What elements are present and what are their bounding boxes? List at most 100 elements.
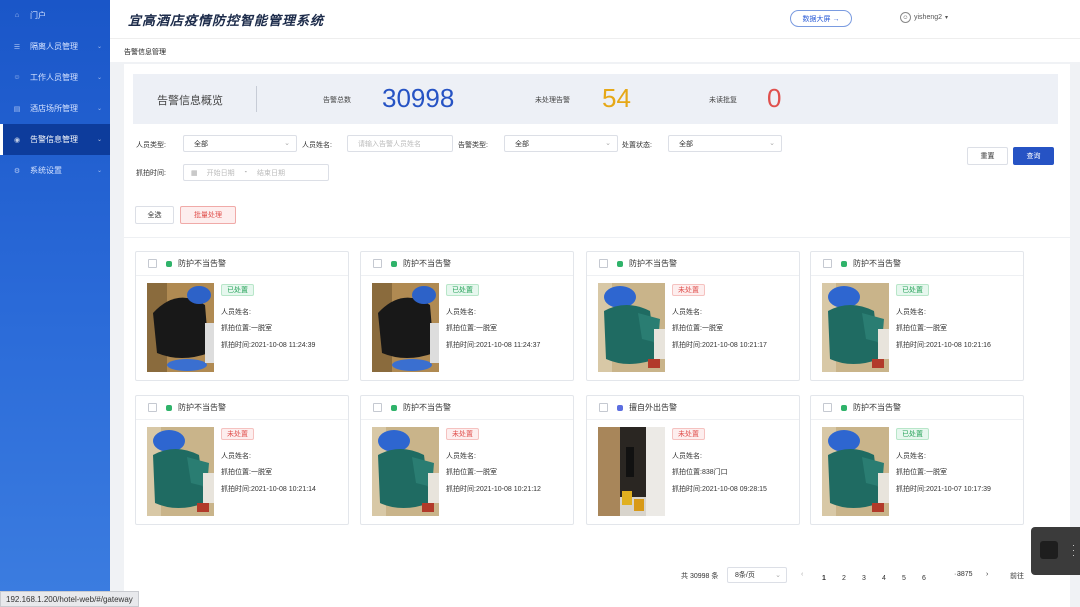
- person-name-row: 人员姓名:: [221, 451, 251, 461]
- goto-label: 前往: [1010, 573, 1024, 580]
- alarm-card[interactable]: 防护不当告警 已处置 人员姓名: 抓拍位置:一脱室 抓拍时间:2021-10-0…: [360, 251, 574, 381]
- more-icon[interactable]: · · ·: [1072, 541, 1075, 560]
- handle-status-select[interactable]: 全部 ⌄: [668, 135, 782, 152]
- card-checkbox[interactable]: [148, 259, 157, 268]
- card-checkbox[interactable]: [148, 403, 157, 412]
- chevron-left-icon[interactable]: ‹: [801, 571, 803, 578]
- chevron-down-icon: ⌄: [96, 44, 102, 50]
- card-checkbox[interactable]: [599, 259, 608, 268]
- capture-image[interactable]: [147, 427, 214, 516]
- time-row: 抓拍时间:2021-10-08 09:28:15: [672, 484, 767, 494]
- card-title: 防护不当告警: [853, 259, 901, 268]
- capture-image[interactable]: [598, 283, 665, 372]
- alarm-card[interactable]: 防护不当告警 已处置 人员姓名: 抓拍位置:一脱室 抓拍时间:2021-10-0…: [810, 395, 1024, 525]
- capture-image[interactable]: [822, 283, 889, 372]
- field-label: 抓拍位置:: [896, 325, 926, 332]
- capture-image[interactable]: [147, 283, 214, 372]
- sidebar-item-1[interactable]: ☰ 隔离人员管理 ⌄: [0, 31, 110, 62]
- page-last[interactable]: 3875: [957, 571, 973, 578]
- start-date-input[interactable]: 开始日期: [207, 168, 235, 178]
- end-date-input[interactable]: 结束日期: [257, 168, 285, 178]
- card-title: 擅自外出告警: [629, 403, 677, 412]
- person-type-value: 全部: [194, 140, 208, 148]
- alarm-type-icon: [166, 260, 172, 267]
- page-2[interactable]: 2: [842, 575, 846, 582]
- alarm-card[interactable]: 防护不当告警 未处置 人员姓名: 抓拍位置:一脱室 抓拍时间:2021-10-0…: [135, 395, 349, 525]
- capture-image[interactable]: [822, 427, 889, 516]
- divider: [124, 237, 1070, 238]
- chevron-down-icon: ⌄: [769, 140, 775, 147]
- alarm-card[interactable]: 防护不当告警 已处置 人员姓名: 抓拍位置:一脱室 抓拍时间:2021-10-0…: [135, 251, 349, 381]
- card-header: 防护不当告警: [361, 252, 573, 276]
- sidebar-item-4[interactable]: ◉ 告警信息管理 ⌄: [0, 124, 110, 155]
- sidebar-item-label: 酒店场所管理: [30, 104, 78, 113]
- alarm-type-value: 全部: [515, 140, 529, 148]
- app-title: 宜高酒店疫情防控智能管理系统: [128, 12, 325, 28]
- person-name-input[interactable]: 请输入告警人员姓名: [347, 135, 453, 152]
- sidebar-item-label: 工作人员管理: [30, 73, 78, 82]
- card-checkbox[interactable]: [373, 259, 382, 268]
- alarm-card[interactable]: 防护不当告警 未处置 人员姓名: 抓拍位置:一脱室 抓拍时间:2021-10-0…: [360, 395, 574, 525]
- reset-button[interactable]: 重置: [967, 147, 1008, 165]
- alarm-type-select[interactable]: 全部 ⌄: [504, 135, 618, 152]
- page-5[interactable]: 5: [902, 575, 906, 582]
- person-type-select[interactable]: 全部 ⌄: [183, 135, 297, 152]
- sidebar-item-3[interactable]: ▤ 酒店场所管理 ⌄: [0, 93, 110, 124]
- sidebar: ⌂ 门户 ☰ 隔离人员管理 ⌄ ☺ 工作人员管理 ⌄ ▤ 酒店场所管理 ⌄ ◉ 告警信息管理 ⌄ ⚙ 系统设置…: [0, 0, 110, 607]
- status-badge: 已处置: [221, 284, 254, 296]
- field-label: 抓拍时间:: [672, 342, 702, 349]
- select-all-button[interactable]: 全选: [135, 206, 174, 224]
- card-checkbox[interactable]: [599, 403, 608, 412]
- field-label: 人员姓名:: [221, 309, 251, 316]
- chevron-down-icon: ⌄: [284, 140, 290, 147]
- page-size-select[interactable]: 8条/页 ⌄: [727, 567, 787, 583]
- chevron-down-icon: ⌄: [96, 137, 102, 143]
- chevron-down-icon: ⌄: [96, 75, 102, 81]
- batch-handle-button[interactable]: 批量处理: [180, 206, 236, 224]
- alarm-type-icon: [617, 404, 623, 411]
- user-menu[interactable]: ☺ yisheng2 ▾: [900, 12, 948, 23]
- chevron-right-icon[interactable]: ›: [986, 571, 988, 578]
- page-size-value: 8条/页: [735, 572, 755, 579]
- page-4[interactable]: 4: [882, 575, 886, 582]
- page-1[interactable]: 1: [822, 575, 826, 582]
- sidebar-item-0[interactable]: ⌂ 门户: [0, 0, 110, 31]
- location-row: 抓拍位置:一脱室: [446, 323, 497, 333]
- field-label: 抓拍时间:: [446, 486, 476, 493]
- alarm-card[interactable]: 擅自外出告警 未处置 人员姓名: 抓拍位置:838门口 抓拍时间:2021-10…: [586, 395, 800, 525]
- location-row: 抓拍位置:一脱室: [221, 467, 272, 477]
- chevron-down-icon: ⌄: [96, 106, 102, 112]
- alarm-card[interactable]: 防护不当告警 未处置 人员姓名: 抓拍位置:一脱室 抓拍时间:2021-10-0…: [586, 251, 800, 381]
- card-checkbox[interactable]: [823, 403, 832, 412]
- field-label: 人员姓名:: [446, 453, 476, 460]
- page-6[interactable]: 6: [922, 575, 926, 582]
- divider: [256, 86, 257, 112]
- time-row: 抓拍时间:2021-10-08 11:24:39: [221, 340, 315, 350]
- capture-image[interactable]: [372, 283, 439, 372]
- field-label: 抓拍时间:: [446, 342, 476, 349]
- floating-widget[interactable]: · · ·: [1031, 527, 1080, 575]
- alarm-type-icon: [391, 260, 397, 267]
- location-value: 一脱室: [250, 469, 272, 476]
- alarm-card[interactable]: 防护不当告警 已处置 人员姓名: 抓拍位置:一脱室 抓拍时间:2021-10-0…: [810, 251, 1024, 381]
- card-checkbox[interactable]: [373, 403, 382, 412]
- sidebar-item-label: 系统设置: [30, 166, 62, 175]
- capture-time-label: 抓拍时间:: [136, 170, 166, 177]
- card-checkbox[interactable]: [823, 259, 832, 268]
- sidebar-item-5[interactable]: ⚙ 系统设置 ⌄: [0, 155, 110, 186]
- user-icon: ☺: [13, 74, 21, 81]
- chevron-down-icon: ⌄: [775, 572, 781, 579]
- alarm-type-icon: [166, 404, 172, 411]
- field-label: 抓拍时间:: [221, 486, 251, 493]
- card-header: 防护不当告警: [587, 252, 799, 276]
- overview-panel: 告警信息概览 告警总数 30998 未处理告警 54 未读批复 0: [133, 74, 1058, 124]
- sidebar-item-2[interactable]: ☺ 工作人员管理 ⌄: [0, 62, 110, 93]
- location-row: 抓拍位置:一脱室: [446, 467, 497, 477]
- capture-image[interactable]: [598, 427, 665, 516]
- query-button[interactable]: 查询: [1013, 147, 1054, 165]
- page-3[interactable]: 3: [862, 575, 866, 582]
- date-range-picker[interactable]: ▦ 开始日期 - 结束日期: [183, 164, 329, 181]
- time-row: 抓拍时间:2021-10-08 11:24:37: [446, 340, 540, 350]
- capture-image[interactable]: [372, 427, 439, 516]
- data-screen-button[interactable]: 数据大屏 →: [790, 10, 852, 27]
